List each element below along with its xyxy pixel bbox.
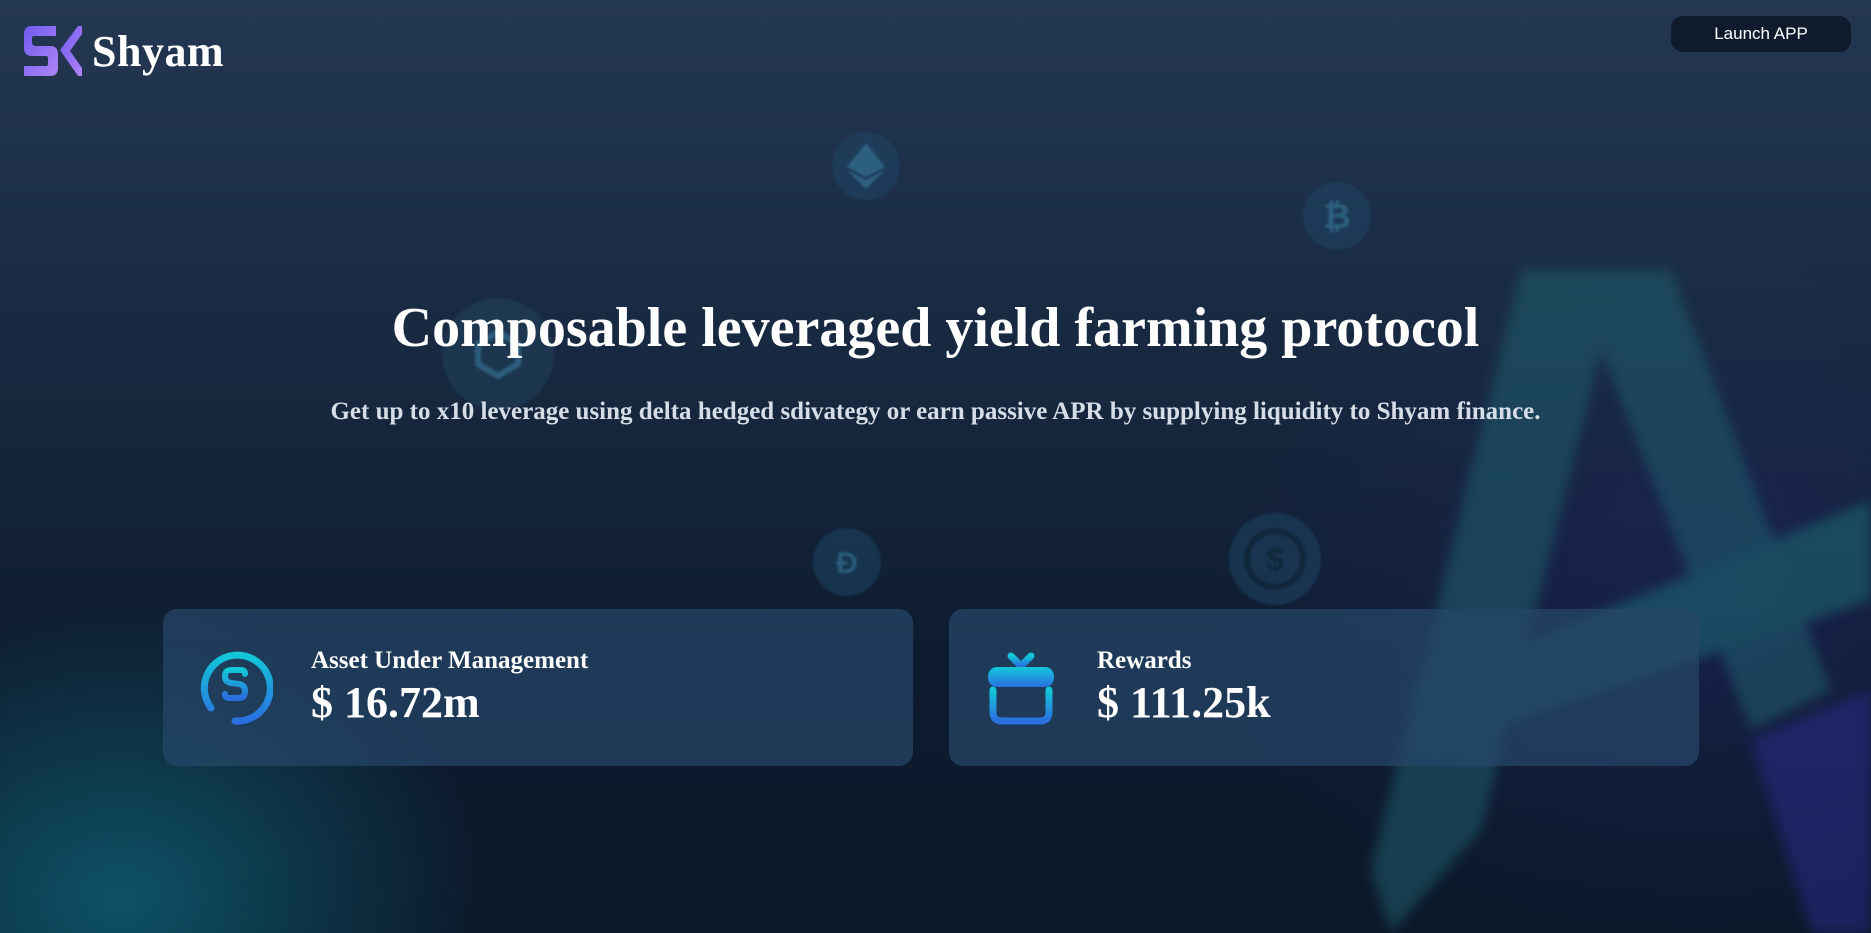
brand-name: Shyam (92, 26, 225, 76)
launch-app-button[interactable]: Launch APP (1671, 16, 1851, 52)
svg-text:Đ: Đ (836, 547, 858, 580)
svg-text:$: $ (1266, 541, 1284, 577)
usdc-icon: $ (1229, 513, 1321, 605)
gift-box-icon (988, 652, 1054, 724)
hero-title: Composable leveraged yield farming proto… (391, 297, 1480, 359)
stat-value: $ 16.72m (311, 678, 480, 727)
stat-value: $ 111.25k (1097, 678, 1271, 727)
stat-card-aum: Asset Under Management $ 16.72m (163, 609, 913, 766)
dai-icon: Đ (813, 528, 881, 596)
stat-label: Asset Under Management (311, 647, 589, 674)
background-decoration: ₿ Đ $ (0, 0, 1871, 933)
brand-logo[interactable]: Shyam (20, 24, 224, 78)
shyam-logo-icon (24, 26, 82, 76)
hero-subtitle: Get up to x10 leverage using delta hedge… (330, 398, 1541, 425)
ethereum-icon (832, 132, 900, 200)
dollar-cycle-icon (200, 651, 273, 725)
stat-card-rewards: Rewards $ 111.25k (949, 609, 1699, 766)
background-large-a-shape (1371, 270, 1871, 933)
svg-text:₿: ₿ (1323, 198, 1351, 236)
stat-label: Rewards (1097, 647, 1192, 674)
bitcoin-icon: ₿ (1303, 182, 1371, 250)
